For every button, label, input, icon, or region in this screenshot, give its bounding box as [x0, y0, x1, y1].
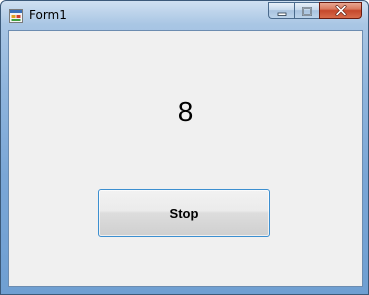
- title-bar[interactable]: Form1: [1, 1, 368, 29]
- stop-button[interactable]: Stop: [98, 189, 270, 237]
- minimize-button[interactable]: [268, 2, 294, 19]
- close-button[interactable]: [319, 2, 362, 19]
- close-icon: [335, 1, 347, 20]
- form-app-icon[interactable]: [9, 8, 23, 23]
- counter-label: 8: [177, 96, 194, 127]
- maximize-button[interactable]: [294, 2, 319, 19]
- window-title: Form1: [29, 8, 67, 22]
- window-controls: [268, 2, 362, 21]
- maximize-icon: [302, 1, 312, 20]
- form-client-area: 8 Stop: [8, 30, 363, 287]
- app-window: Form1 8 Stop: [0, 0, 369, 295]
- minimize-icon: [277, 1, 287, 20]
